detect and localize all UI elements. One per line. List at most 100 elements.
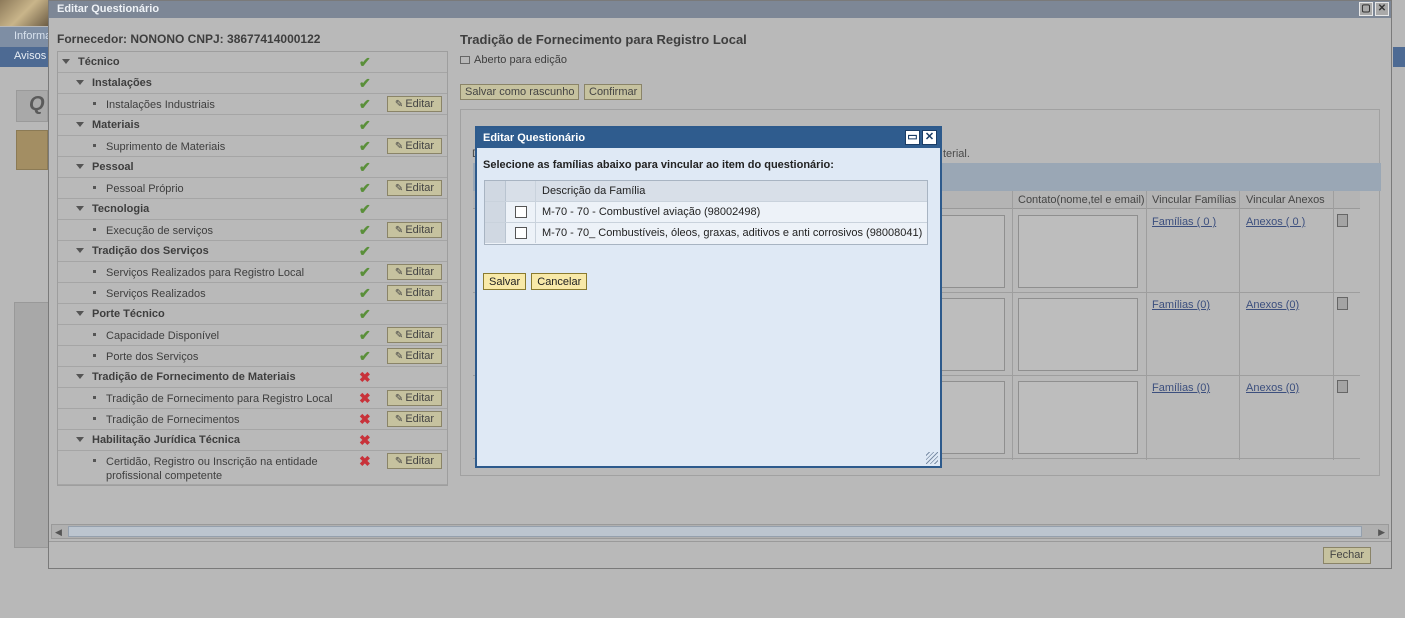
edit-button-label: Editar xyxy=(405,182,435,194)
close-icon[interactable]: ✕ xyxy=(1375,2,1389,16)
bg-document-icon xyxy=(16,130,48,170)
pencil-icon: ✎ xyxy=(394,414,404,425)
collapse-triangle-icon[interactable] xyxy=(76,80,84,85)
tree-row-tradicao-de-fornecimento-para-registro-l: Tradição de Fornecimento para Registro L… xyxy=(58,388,447,409)
error-x-icon: ✖ xyxy=(359,411,371,427)
tree-label: Pessoal Próprio xyxy=(106,183,184,195)
family-table-header: Descrição da Família xyxy=(485,181,927,202)
maximize-icon[interactable]: ▢ xyxy=(1359,2,1373,16)
edit-button[interactable]: ✎ Editar xyxy=(387,390,442,406)
tree-label: Serviços Realizados xyxy=(106,288,206,300)
collapse-triangle-icon[interactable] xyxy=(62,59,70,64)
family-checkbox[interactable] xyxy=(515,206,527,218)
app-logo xyxy=(0,0,48,26)
tree-row-tradicao-de-fornecimentos: Tradição de Fornecimentos ✖ ✎ Editar xyxy=(58,409,447,430)
edit-button[interactable]: ✎ Editar xyxy=(387,348,442,364)
pencil-icon: ✎ xyxy=(394,141,404,152)
cancel-button[interactable]: Cancelar xyxy=(531,273,588,290)
link-attachments[interactable]: Anexos (0) xyxy=(1246,299,1299,311)
tree-row-tradicao-de-fornecimento-de-materiais[interactable]: Tradição de Fornecimento de Materiais ✖ xyxy=(58,367,447,388)
tree-row-porte-tecnico[interactable]: Porte Técnico ✔ xyxy=(58,304,447,325)
edit-button-label: Editar xyxy=(405,455,435,467)
tree-row-habilitacao-juridica-tecnica[interactable]: Habilitação Jurídica Técnica ✖ xyxy=(58,430,447,451)
maximize-icon[interactable]: ▭ xyxy=(905,130,920,145)
family-row[interactable]: M-70 - 70_ Combustíveis, óleos, graxas, … xyxy=(485,223,927,244)
check-icon: ✔ xyxy=(359,306,371,322)
edit-button-label: Editar xyxy=(405,287,435,299)
edit-button-label: Editar xyxy=(405,392,435,404)
tree-row-tradicao-dos-servicos[interactable]: Tradição dos Serviços ✔ xyxy=(58,241,447,262)
tree-row-certidao-registro-ou-inscricao-na-entida: Certidão, Registro ou Inscrição na entid… xyxy=(58,451,447,485)
error-x-icon: ✖ xyxy=(359,390,371,406)
check-icon: ✔ xyxy=(359,180,371,196)
collapse-triangle-icon[interactable] xyxy=(76,164,84,169)
bullet-icon xyxy=(93,228,96,231)
edit-button[interactable]: ✎ Editar xyxy=(387,285,442,301)
trash-icon[interactable] xyxy=(1337,380,1348,393)
questionnaire-tree: Técnico ✔ Instalações ✔ Instalações Industri… xyxy=(57,51,448,486)
scroll-right-icon[interactable]: ▶ xyxy=(1378,527,1385,538)
edit-button[interactable]: ✎ Editar xyxy=(387,411,442,427)
close-button[interactable]: Fechar xyxy=(1322,547,1371,564)
error-x-icon: ✖ xyxy=(359,369,371,385)
trash-icon[interactable] xyxy=(1337,297,1348,310)
hint-text-end: terial. xyxy=(943,148,970,160)
edit-button-label: Editar xyxy=(405,98,435,110)
edit-button[interactable]: ✎ Editar xyxy=(387,453,442,469)
error-x-icon: ✖ xyxy=(359,453,371,469)
family-row[interactable]: M-70 - 70 - Combustível aviação (9800249… xyxy=(485,202,927,223)
collapse-triangle-icon[interactable] xyxy=(76,206,84,211)
pencil-icon: ✎ xyxy=(394,393,404,404)
close-icon[interactable]: ✕ xyxy=(922,130,937,145)
link-families[interactable]: Famílias (0) xyxy=(1152,299,1210,311)
bullet-icon xyxy=(93,354,96,357)
link-attachments[interactable]: Anexos ( 0 ) xyxy=(1246,216,1305,228)
pencil-icon: ✎ xyxy=(394,456,404,467)
collapse-triangle-icon[interactable] xyxy=(76,437,84,442)
tree-row-tecnico[interactable]: Técnico ✔ xyxy=(58,52,447,73)
tree-row-pessoal[interactable]: Pessoal ✔ xyxy=(58,157,447,178)
pencil-icon: ✎ xyxy=(394,351,404,362)
edit-button[interactable]: ✎ Editar xyxy=(387,264,442,280)
contact-textarea[interactable] xyxy=(1018,381,1138,454)
row-selector[interactable] xyxy=(485,223,506,243)
resize-grip-icon[interactable] xyxy=(926,452,938,464)
link-families[interactable]: Famílias ( 0 ) xyxy=(1152,216,1216,228)
collapse-triangle-icon[interactable] xyxy=(76,248,84,253)
link-families[interactable]: Famílias (0) xyxy=(1152,382,1210,394)
edit-button[interactable]: ✎ Editar xyxy=(387,180,442,196)
edit-button[interactable]: ✎ Editar xyxy=(387,327,442,343)
collapse-triangle-icon[interactable] xyxy=(76,374,84,379)
row-selector[interactable] xyxy=(485,202,506,222)
bullet-icon xyxy=(93,459,96,462)
tree-row-tecnologia[interactable]: Tecnologia ✔ xyxy=(58,199,447,220)
save-button[interactable]: Salvar xyxy=(483,273,527,290)
select-all-cell[interactable] xyxy=(485,181,506,201)
horizontal-scrollbar[interactable]: ◀ ▶ xyxy=(51,524,1389,539)
family-checkbox[interactable] xyxy=(515,227,527,239)
edit-status-label: Aberto para edição xyxy=(474,54,567,66)
link-attachments[interactable]: Anexos (0) xyxy=(1246,382,1299,394)
save-draft-button[interactable]: Salvar como rascunho xyxy=(460,84,580,100)
contact-textarea[interactable] xyxy=(1018,215,1138,288)
contact-textarea[interactable] xyxy=(1018,298,1138,371)
scrollbar-thumb[interactable] xyxy=(68,526,1362,537)
bullet-icon xyxy=(93,396,96,399)
collapse-triangle-icon[interactable] xyxy=(76,311,84,316)
edit-button[interactable]: ✎ Editar xyxy=(387,96,442,112)
confirm-button[interactable]: Confirmar xyxy=(584,84,643,100)
pencil-icon: ✎ xyxy=(394,267,404,278)
tree-row-instalacoes[interactable]: Instalações ✔ xyxy=(58,73,447,94)
bullet-icon xyxy=(93,144,96,147)
collapse-triangle-icon[interactable] xyxy=(76,122,84,127)
error-x-icon: ✖ xyxy=(359,432,371,448)
scroll-left-icon[interactable]: ◀ xyxy=(55,527,62,538)
edit-button[interactable]: ✎ Editar xyxy=(387,138,442,154)
window-titlebar: Editar Questionário ▢ ✕ xyxy=(49,1,1391,18)
edit-button[interactable]: ✎ Editar xyxy=(387,222,442,238)
trash-icon[interactable] xyxy=(1337,214,1348,227)
edit-button-label: Editar xyxy=(405,329,435,341)
tree-label: Materiais xyxy=(92,119,140,131)
tree-row-materiais[interactable]: Materiais ✔ xyxy=(58,115,447,136)
check-icon: ✔ xyxy=(359,201,371,217)
